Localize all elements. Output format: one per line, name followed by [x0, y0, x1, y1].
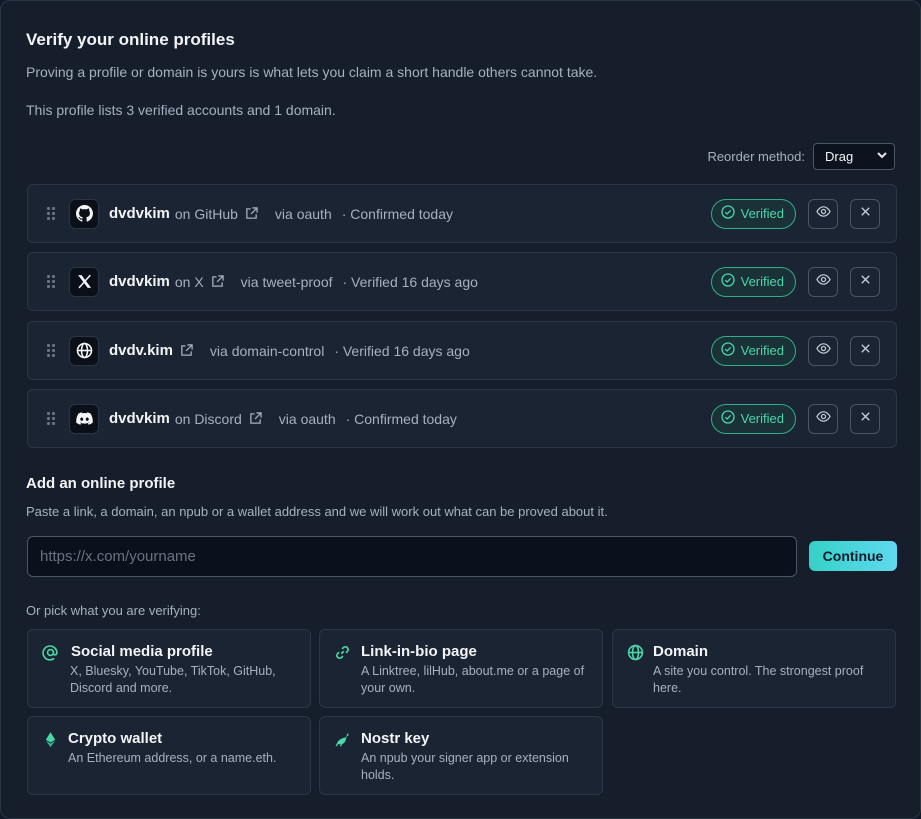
reorder-method-select[interactable]: Drag	[813, 143, 895, 170]
external-link-icon[interactable]	[249, 412, 262, 425]
profile-service: on Discord	[174, 410, 242, 427]
option-description: A site you control. The strongest proof …	[653, 664, 864, 695]
remove-profile-button[interactable]	[850, 335, 880, 366]
page-subtitle: Proving a profile or domain is yours is …	[26, 64, 598, 80]
profile-status-time: · Confirmed today	[341, 205, 454, 222]
globe-icon	[627, 644, 644, 661]
option-description: An npub your signer app or extension hol…	[361, 751, 569, 782]
external-link-icon[interactable]	[245, 207, 258, 220]
external-link-icon[interactable]	[211, 275, 224, 288]
option-title: Crypto wallet	[68, 730, 163, 747]
option-title: Domain	[653, 643, 709, 660]
profile-row-domain: dvdv.kim via domain-control · Verified 1…	[27, 321, 897, 380]
toggle-visibility-button[interactable]	[808, 335, 838, 366]
page-title: Verify your online profiles	[26, 30, 235, 49]
discord-icon	[69, 403, 99, 434]
link-icon	[334, 644, 351, 661]
profile-row-x: dvdvkim on X via tweet-proof · Verified …	[27, 252, 897, 311]
option-description: X, Bluesky, YouTube, TikTok, GitHub, Dis…	[70, 664, 276, 695]
toggle-visibility-button[interactable]	[808, 198, 838, 229]
verified-badge: Verified	[710, 266, 796, 297]
eye-icon	[815, 272, 831, 292]
profile-service: on X	[174, 273, 204, 290]
profile-status-time: · Verified 16 days ago	[342, 273, 478, 290]
verified-label: Verified	[740, 206, 784, 221]
profile-method: via domain-control	[209, 342, 325, 359]
verified-label: Verified	[740, 343, 784, 358]
globe-icon	[69, 335, 99, 366]
option-domain[interactable]: Domain A site you control. The strongest…	[612, 629, 896, 708]
profile-method: via tweet-proof	[240, 273, 333, 290]
verified-badge: Verified	[710, 403, 796, 434]
option-title: Social media profile	[71, 643, 213, 660]
check-circle-icon	[720, 205, 735, 222]
profile-method: via oauth	[274, 205, 332, 222]
profile-handle: dvdvkim	[109, 273, 170, 290]
toggle-visibility-button[interactable]	[808, 403, 838, 434]
drag-handle-icon[interactable]	[47, 412, 55, 425]
eye-icon	[815, 341, 831, 361]
pick-type-label: Or pick what you are verifying:	[26, 603, 201, 618]
profile-status-time: · Confirmed today	[345, 410, 457, 427]
option-crypto-wallet[interactable]: Crypto wallet An Ethereum address, or a …	[27, 716, 311, 795]
drag-handle-icon[interactable]	[47, 344, 55, 357]
drag-handle-icon[interactable]	[47, 275, 55, 288]
verify-panel: Verify your online profiles Proving a pr…	[0, 0, 921, 819]
eye-icon	[815, 409, 831, 429]
profile-handle: dvdvkim	[109, 205, 170, 222]
option-social-media-profile[interactable]: Social media profile X, Bluesky, YouTube…	[27, 629, 311, 708]
check-circle-icon	[720, 342, 735, 359]
ethereum-icon	[42, 731, 59, 748]
profile-row-discord: dvdvkim on Discord via oauth · Confirmed…	[27, 389, 897, 448]
close-icon	[858, 272, 873, 292]
profile-handle: dvdv.kim	[109, 342, 173, 359]
reorder-method-value: Drag	[825, 149, 854, 164]
option-link-in-bio-page[interactable]: Link-in-bio page A Linktree, lilHub, abo…	[319, 629, 603, 708]
profile-method: via oauth	[278, 410, 336, 427]
option-title: Link-in-bio page	[361, 643, 477, 660]
remove-profile-button[interactable]	[850, 266, 880, 297]
at-icon	[42, 644, 59, 661]
verified-label: Verified	[740, 411, 784, 426]
close-icon	[858, 204, 873, 224]
close-icon	[858, 341, 873, 361]
option-title: Nostr key	[361, 730, 430, 747]
add-profile-help: Paste a link, a domain, an npub or a wal…	[26, 504, 608, 519]
x-icon	[69, 266, 99, 297]
reorder-label: Reorder method:	[707, 149, 805, 164]
profile-row-github: dvdvkim on GitHub via oauth · Confirmed …	[27, 184, 897, 243]
continue-button[interactable]: Continue	[809, 541, 897, 571]
verified-badge: Verified	[710, 335, 796, 366]
option-description: An Ethereum address, or a name.eth.	[68, 751, 277, 765]
drag-handle-icon[interactable]	[47, 207, 55, 220]
verified-badge: Verified	[710, 198, 796, 229]
close-icon	[858, 409, 873, 429]
profile-url-input[interactable]	[27, 536, 797, 577]
remove-profile-button[interactable]	[850, 403, 880, 434]
profile-handle: dvdvkim	[109, 410, 170, 427]
option-nostr-key[interactable]: Nostr key An npub your signer app or ext…	[319, 716, 603, 795]
chevron-down-icon	[876, 149, 888, 164]
github-icon	[69, 198, 99, 229]
external-link-icon[interactable]	[180, 344, 193, 357]
profile-service: on GitHub	[174, 205, 238, 222]
eye-icon	[815, 204, 831, 224]
remove-profile-button[interactable]	[850, 198, 880, 229]
toggle-visibility-button[interactable]	[808, 266, 838, 297]
verified-label: Verified	[740, 274, 784, 289]
add-profile-heading: Add an online profile	[26, 475, 176, 492]
profile-summary: This profile lists 3 verified accounts a…	[26, 102, 336, 118]
reorder-control: Reorder method: Drag	[707, 143, 895, 170]
check-circle-icon	[720, 273, 735, 290]
profile-status-time: · Verified 16 days ago	[334, 342, 470, 359]
ostrich-icon	[334, 731, 351, 748]
check-circle-icon	[720, 410, 735, 427]
option-description: A Linktree, lilHub, about.me or a page o…	[361, 664, 585, 695]
